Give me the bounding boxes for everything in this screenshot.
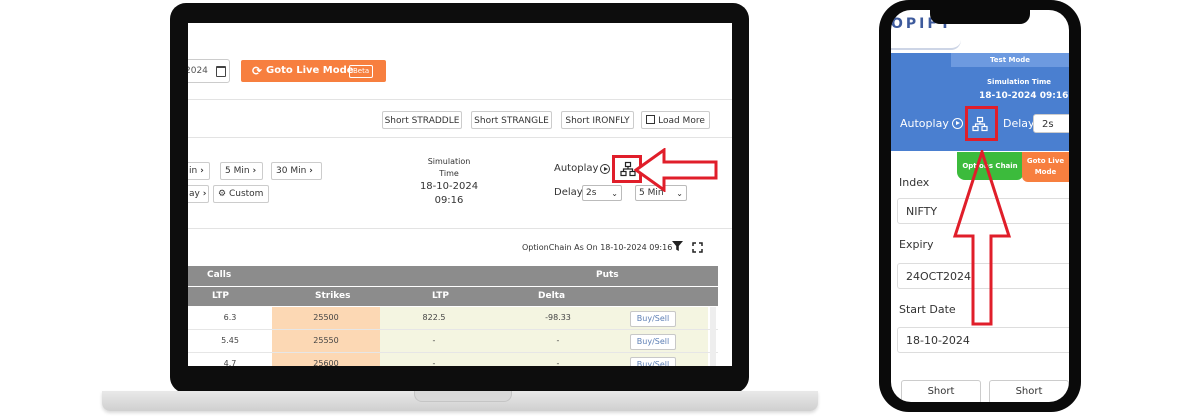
put-ltp: -	[380, 353, 488, 366]
short-straddle-button[interactable]: Short STRADDLE	[382, 111, 462, 129]
simulation-time-block: Simulation Time 18-10-2024 09:16	[403, 156, 495, 208]
short-button[interactable]: Short	[989, 380, 1069, 402]
delay-label: Delay	[1003, 117, 1035, 130]
strike: 25600	[272, 353, 380, 366]
simulation-date: 18-10-2024	[419, 181, 479, 192]
divider	[188, 228, 732, 229]
calls-header: Calls	[207, 270, 232, 280]
goto-live-mode-button[interactable]: ⟳ Goto Live Mode Beta	[241, 60, 386, 82]
strike: 25550	[272, 330, 380, 352]
mode-label: Mode	[1034, 168, 1057, 176]
laptop-notch	[414, 391, 512, 402]
table-column-header: LTP Strikes LTP Delta	[188, 287, 718, 306]
puts-header: Puts	[596, 270, 619, 280]
simulation-time: 09:16	[434, 195, 464, 206]
time-label: Time	[439, 169, 459, 178]
delta: -98.33	[488, 307, 628, 329]
goto-live-mode-button[interactable]: Goto Live Mode	[1022, 152, 1069, 182]
delay-label: Delay	[554, 187, 583, 198]
chevron-right-icon: ›	[309, 166, 313, 176]
interval-button-5min[interactable]: 5 Min ›	[220, 162, 263, 180]
delta: -	[488, 353, 628, 366]
delay-select[interactable]: 2s ⌄	[582, 185, 622, 201]
interval-button-day[interactable]: ay ›	[188, 185, 209, 203]
table-scrollbar[interactable]	[710, 307, 716, 366]
buy-sell-button[interactable]: Buy/Sell	[630, 357, 676, 366]
goto-live-label: Goto Live Mode	[266, 65, 354, 76]
table-row: 6.3 25500 822.5 -98.33 Buy/Sell	[188, 307, 718, 330]
chevron-right-icon: ›	[252, 166, 257, 176]
test-mode-label: Test Mode	[951, 53, 1069, 67]
chevron-right-icon: ›	[200, 166, 204, 176]
delta: -	[488, 330, 628, 352]
table-group-header: Calls Puts	[188, 266, 718, 286]
autoplay-label: Autoplay	[900, 117, 949, 130]
put-ltp: 822.5	[380, 307, 488, 329]
table-row: 5.45 25550 - - Buy/Sell	[188, 330, 718, 353]
call-ltp: 6.3	[223, 313, 237, 322]
start-date-label: Start Date	[899, 303, 956, 316]
col-delta: Delta	[538, 291, 566, 301]
short-button[interactable]: Short	[901, 380, 981, 402]
call-ltp: 4.7	[223, 359, 237, 366]
short-ironfly-button[interactable]: Short IRONFLY	[561, 111, 634, 129]
arrow-up-icon	[951, 150, 1013, 326]
short-strangle-button[interactable]: Short STRANGLE	[471, 111, 552, 129]
expiry-label: Expiry	[899, 238, 934, 251]
start-date-input[interactable]: 18-10-2024	[897, 327, 1069, 353]
highlight-box	[965, 106, 998, 141]
beta-badge: Beta	[349, 65, 374, 78]
simulation-label: Simulation	[427, 157, 471, 166]
strike: 25500	[272, 307, 380, 329]
simulation-time-label: Simulation Time	[987, 78, 1052, 86]
autoplay-label: Autoplay	[554, 163, 599, 174]
col-ltp-puts: LTP	[432, 291, 449, 301]
goto-live-label: Goto Live	[1026, 157, 1065, 165]
call-ltp: 5.45	[221, 336, 239, 345]
interval-button-1[interactable]: in ›	[188, 162, 210, 180]
delay-select[interactable]: 2s	[1033, 114, 1069, 133]
logo-swoosh	[891, 40, 961, 50]
play-circle-icon[interactable]	[952, 118, 963, 129]
play-circle-icon[interactable]	[600, 164, 610, 174]
date-input[interactable]: 2024	[188, 59, 230, 83]
col-ltp-calls: LTP	[212, 291, 229, 301]
simulation-datetime: 18-10-2024 09:16	[979, 91, 1069, 101]
buy-sell-button[interactable]: Buy/Sell	[630, 311, 676, 327]
chevron-right-icon: ›	[202, 189, 207, 199]
gear-icon: ⚙	[218, 189, 227, 199]
arrow-left-icon	[634, 148, 720, 192]
phone-screen: OPIFY Test Mode Simulation Time 18-10-20…	[891, 10, 1069, 402]
caret-down-icon: ⌄	[611, 189, 618, 198]
index-label: Index	[899, 176, 930, 189]
optionchain-as-on: OptionChain As On 18-10-2024 09:16	[522, 243, 673, 252]
sync-icon: ⟳	[252, 64, 263, 78]
divider	[188, 99, 732, 100]
interval-button-30min[interactable]: 30 Min ›	[271, 162, 322, 180]
col-strikes: Strikes	[315, 291, 351, 301]
filter-icon[interactable]	[672, 241, 683, 252]
phone-notch	[930, 10, 1030, 24]
buy-sell-button[interactable]: Buy/Sell	[630, 334, 676, 350]
table-row: 4.7 25600 - - Buy/Sell	[188, 353, 718, 366]
fullscreen-icon[interactable]	[692, 242, 703, 253]
calendar-icon[interactable]	[216, 66, 226, 77]
divider	[188, 137, 732, 138]
put-ltp: -	[380, 330, 488, 352]
load-more-button[interactable]: Load More	[641, 111, 710, 129]
laptop-screen: 2024 ⟳ Goto Live Mode Beta Short STRADDL…	[188, 23, 732, 366]
external-link-icon	[646, 115, 656, 124]
custom-button[interactable]: ⚙ Custom	[213, 185, 269, 203]
